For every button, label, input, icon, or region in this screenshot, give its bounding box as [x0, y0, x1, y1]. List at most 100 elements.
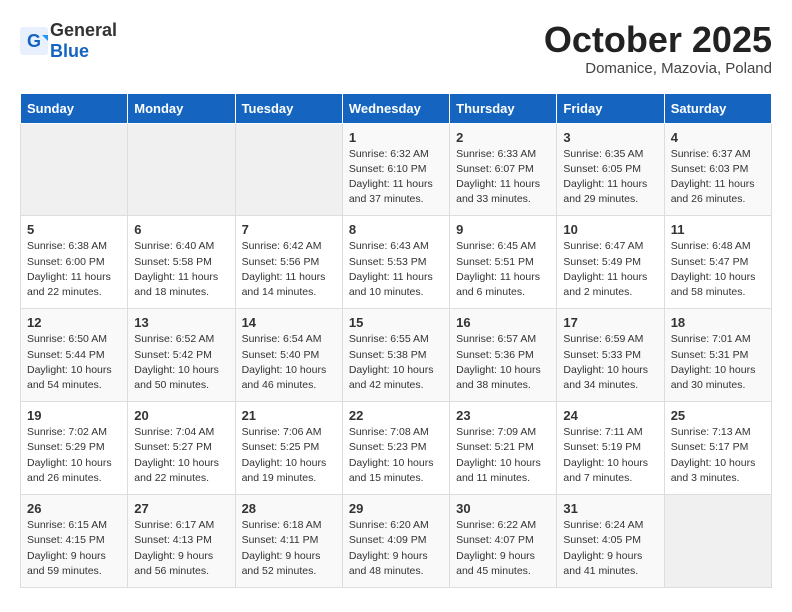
- day-cell: 11Sunrise: 6:48 AMSunset: 5:47 PMDayligh…: [664, 216, 771, 309]
- day-cell: 8 Sunrise: 6:43 AMSunset: 5:53 PMDaylight…: [342, 216, 449, 309]
- day-number: 23: [456, 408, 550, 423]
- day-number: 29: [349, 501, 443, 516]
- day-cell: 28Sunrise: 6:18 AMSunset: 4:11 PMDayligh…: [235, 495, 342, 588]
- day-cell: 12Sunrise: 6:50 AMSunset: 5:44 PMDayligh…: [21, 309, 128, 402]
- svg-text:G: G: [27, 31, 41, 51]
- day-cell: 22 Sunrise: 7:08 AMSunset: 5:23 PMDayligh…: [342, 402, 449, 495]
- day-cell: 30 Sunrise: 6:22 AMSunset: 4:07 PMDayligh…: [450, 495, 557, 588]
- day-info: Sunrise: 6:17 AMSunset: 4:13 PMDaylight:…: [134, 518, 228, 579]
- day-info: Sunrise: 6:15 AMSunset: 4:15 PMDaylight:…: [27, 518, 121, 579]
- day-number: 27: [134, 501, 228, 516]
- day-info: Sunrise: 7:09 AMSunset: 5:21 PMDaylight:…: [456, 425, 550, 486]
- subtitle: Domanice, Mazovia, Poland: [544, 60, 772, 77]
- day-info: Sunrise: 6:57 AMSunset: 5:36 PMDaylight:…: [456, 332, 550, 393]
- day-number: 20: [134, 408, 228, 423]
- day-cell: [664, 495, 771, 588]
- day-number: 22: [349, 408, 443, 423]
- day-info: Sunrise: 6:37 AMSunset: 6:03 PMDaylight:…: [671, 147, 765, 208]
- logo-text-general: General: [50, 20, 117, 40]
- day-number: 5: [27, 222, 121, 237]
- day-info: Sunrise: 6:38 AMSunset: 6:00 PMDaylight:…: [27, 239, 121, 300]
- weekday-header-sunday: Sunday: [21, 93, 128, 123]
- weekday-header-thursday: Thursday: [450, 93, 557, 123]
- day-cell: [21, 123, 128, 216]
- day-info: Sunrise: 7:11 AMSunset: 5:19 PMDaylight:…: [563, 425, 657, 486]
- day-info: Sunrise: 6:43 AMSunset: 5:53 PMDaylight:…: [349, 239, 443, 300]
- weekday-header-friday: Friday: [557, 93, 664, 123]
- weekday-header-saturday: Saturday: [664, 93, 771, 123]
- day-info: Sunrise: 7:13 AMSunset: 5:17 PMDaylight:…: [671, 425, 765, 486]
- day-info: Sunrise: 7:01 AMSunset: 5:31 PMDaylight:…: [671, 332, 765, 393]
- day-cell: 15Sunrise: 6:55 AMSunset: 5:38 PMDayligh…: [342, 309, 449, 402]
- day-number: 18: [671, 315, 765, 330]
- logo-icon: G: [20, 27, 48, 55]
- day-info: Sunrise: 6:18 AMSunset: 4:11 PMDaylight:…: [242, 518, 336, 579]
- day-info: Sunrise: 6:35 AMSunset: 6:05 PMDaylight:…: [563, 147, 657, 208]
- page-header: G General Blue October 2025 Domanice, Ma…: [20, 20, 772, 77]
- day-number: 6: [134, 222, 228, 237]
- day-number: 31: [563, 501, 657, 516]
- day-cell: 1 Sunrise: 6:32 AMSunset: 6:10 PMDaylight…: [342, 123, 449, 216]
- day-number: 19: [27, 408, 121, 423]
- day-cell: 5 Sunrise: 6:38 AMSunset: 6:00 PMDaylight…: [21, 216, 128, 309]
- day-cell: [235, 123, 342, 216]
- calendar-table: SundayMondayTuesdayWednesdayThursdayFrid…: [20, 93, 772, 588]
- day-cell: 14Sunrise: 6:54 AMSunset: 5:40 PMDayligh…: [235, 309, 342, 402]
- day-cell: [128, 123, 235, 216]
- weekday-header-row: SundayMondayTuesdayWednesdayThursdayFrid…: [21, 93, 772, 123]
- day-number: 30: [456, 501, 550, 516]
- week-row-4: 19 Sunrise: 7:02 AMSunset: 5:29 PMDayligh…: [21, 402, 772, 495]
- day-number: 1: [349, 130, 443, 145]
- weekday-header-tuesday: Tuesday: [235, 93, 342, 123]
- day-info: Sunrise: 6:55 AMSunset: 5:38 PMDaylight:…: [349, 332, 443, 393]
- day-cell: 3 Sunrise: 6:35 AMSunset: 6:05 PMDaylight…: [557, 123, 664, 216]
- day-number: 8: [349, 222, 443, 237]
- day-info: Sunrise: 6:33 AMSunset: 6:07 PMDaylight:…: [456, 147, 550, 208]
- day-cell: 17 Sunrise: 6:59 AMSunset: 5:33 PMDayligh…: [557, 309, 664, 402]
- day-info: Sunrise: 6:50 AMSunset: 5:44 PMDaylight:…: [27, 332, 121, 393]
- day-number: 26: [27, 501, 121, 516]
- week-row-3: 12Sunrise: 6:50 AMSunset: 5:44 PMDayligh…: [21, 309, 772, 402]
- day-cell: 27 Sunrise: 6:17 AMSunset: 4:13 PMDayligh…: [128, 495, 235, 588]
- day-cell: 16Sunrise: 6:57 AMSunset: 5:36 PMDayligh…: [450, 309, 557, 402]
- day-info: Sunrise: 6:48 AMSunset: 5:47 PMDaylight:…: [671, 239, 765, 300]
- day-cell: 21Sunrise: 7:06 AMSunset: 5:25 PMDayligh…: [235, 402, 342, 495]
- day-info: Sunrise: 6:32 AMSunset: 6:10 PMDaylight:…: [349, 147, 443, 208]
- day-info: Sunrise: 6:22 AMSunset: 4:07 PMDaylight:…: [456, 518, 550, 579]
- day-cell: 26 Sunrise: 6:15 AMSunset: 4:15 PMDayligh…: [21, 495, 128, 588]
- week-row-2: 5 Sunrise: 6:38 AMSunset: 6:00 PMDaylight…: [21, 216, 772, 309]
- logo: G General Blue: [20, 20, 117, 62]
- day-number: 17: [563, 315, 657, 330]
- week-row-1: 1 Sunrise: 6:32 AMSunset: 6:10 PMDaylight…: [21, 123, 772, 216]
- day-cell: 31Sunrise: 6:24 AMSunset: 4:05 PMDayligh…: [557, 495, 664, 588]
- day-info: Sunrise: 6:52 AMSunset: 5:42 PMDaylight:…: [134, 332, 228, 393]
- week-row-5: 26 Sunrise: 6:15 AMSunset: 4:15 PMDayligh…: [21, 495, 772, 588]
- logo-text-blue: Blue: [50, 41, 89, 61]
- weekday-header-monday: Monday: [128, 93, 235, 123]
- day-cell: 29 Sunrise: 6:20 AMSunset: 4:09 PMDayligh…: [342, 495, 449, 588]
- day-number: 2: [456, 130, 550, 145]
- day-cell: 24 Sunrise: 7:11 AMSunset: 5:19 PMDayligh…: [557, 402, 664, 495]
- day-info: Sunrise: 6:45 AMSunset: 5:51 PMDaylight:…: [456, 239, 550, 300]
- day-number: 21: [242, 408, 336, 423]
- day-info: Sunrise: 6:40 AMSunset: 5:58 PMDaylight:…: [134, 239, 228, 300]
- day-info: Sunrise: 7:08 AMSunset: 5:23 PMDaylight:…: [349, 425, 443, 486]
- day-number: 4: [671, 130, 765, 145]
- day-number: 3: [563, 130, 657, 145]
- weekday-header-wednesday: Wednesday: [342, 93, 449, 123]
- day-cell: 19 Sunrise: 7:02 AMSunset: 5:29 PMDayligh…: [21, 402, 128, 495]
- day-info: Sunrise: 7:02 AMSunset: 5:29 PMDaylight:…: [27, 425, 121, 486]
- day-cell: 13 Sunrise: 6:52 AMSunset: 5:42 PMDayligh…: [128, 309, 235, 402]
- day-number: 10: [563, 222, 657, 237]
- day-cell: 4 Sunrise: 6:37 AMSunset: 6:03 PMDaylight…: [664, 123, 771, 216]
- day-number: 25: [671, 408, 765, 423]
- day-info: Sunrise: 7:04 AMSunset: 5:27 PMDaylight:…: [134, 425, 228, 486]
- day-number: 14: [242, 315, 336, 330]
- day-number: 24: [563, 408, 657, 423]
- month-title: October 2025: [544, 20, 772, 60]
- day-number: 9: [456, 222, 550, 237]
- day-info: Sunrise: 6:59 AMSunset: 5:33 PMDaylight:…: [563, 332, 657, 393]
- day-info: Sunrise: 6:20 AMSunset: 4:09 PMDaylight:…: [349, 518, 443, 579]
- day-info: Sunrise: 6:42 AMSunset: 5:56 PMDaylight:…: [242, 239, 336, 300]
- day-number: 13: [134, 315, 228, 330]
